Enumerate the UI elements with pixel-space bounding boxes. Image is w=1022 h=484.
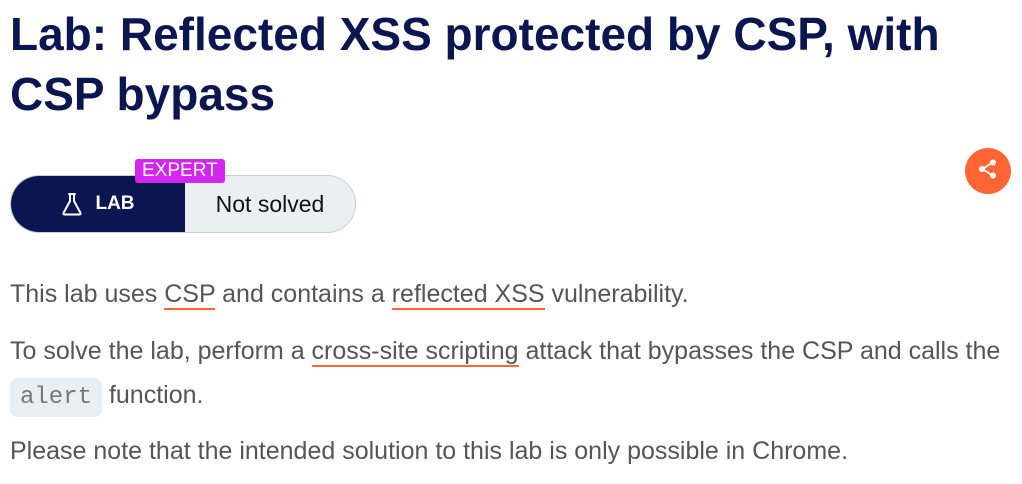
flask-icon — [61, 192, 83, 216]
reflected-xss-link[interactable]: reflected XSS — [391, 280, 545, 310]
page-title: Lab: Reflected XSS protected by CSP, wit… — [10, 8, 940, 120]
task-text-1: To solve the lab, perform a — [10, 337, 312, 365]
intro-text-3: vulnerability. — [544, 280, 689, 308]
task-text-2: attack that bypasses the CSP and calls t… — [518, 337, 1001, 365]
intro-paragraph: This lab uses CSP and contains a reflect… — [10, 272, 689, 316]
status-label: Not solved — [185, 176, 355, 232]
intro-text-2: and contains a — [215, 280, 392, 308]
csp-link[interactable]: CSP — [164, 280, 216, 310]
level-badge: EXPERT — [135, 159, 225, 183]
alert-code: alert — [10, 378, 103, 417]
lab-label: LAB — [95, 193, 135, 214]
lab-page: Lab: Reflected XSS protected by CSP, wit… — [0, 0, 1022, 484]
share-icon — [977, 158, 999, 185]
task-text-3: function. — [102, 381, 204, 409]
cross-site-scripting-link[interactable]: cross-site scripting — [311, 337, 519, 367]
intro-text-1: This lab uses — [10, 280, 165, 308]
chrome-note: Please note that the intended solution t… — [10, 437, 849, 465]
lab-tag: LAB — [11, 176, 185, 232]
lab-status-widget: LAB Not solved — [10, 175, 356, 233]
share-button[interactable] — [965, 148, 1011, 194]
task-paragraph: To solve the lab, perform a cross-site s… — [10, 329, 1010, 420]
